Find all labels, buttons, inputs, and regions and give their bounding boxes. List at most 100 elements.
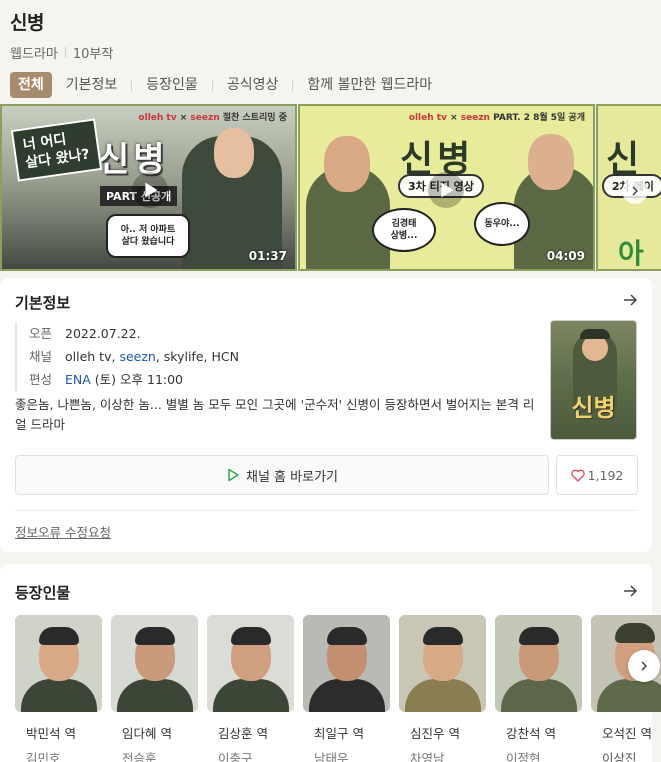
cast-photo	[303, 615, 390, 712]
info-value: ENA (토) 오후 11:00	[65, 368, 183, 391]
cast-role: 임다혜 역	[122, 726, 172, 741]
photo-hair	[327, 627, 367, 645]
meta-divider	[64, 46, 66, 58]
tab-official-video[interactable]: 공식영상	[219, 72, 287, 98]
poster-cap	[580, 329, 610, 339]
brand-x: ×	[446, 113, 461, 123]
speech-bubble: 아.. 저 아파트 살다 왔습니다	[106, 214, 190, 258]
brand-x: ×	[176, 113, 191, 123]
photo-hair	[135, 627, 175, 645]
video-card[interactable]: 신 2차 메이 아	[596, 104, 661, 271]
carousel-next-button[interactable]	[622, 178, 648, 204]
tab-divider	[131, 79, 133, 91]
actor-face-right	[528, 134, 574, 190]
cast-role: 심진우 역	[410, 726, 460, 741]
info-row-open: 오픈 2022.07.22.	[29, 322, 239, 345]
basic-info-card: 기본정보 오픈 2022.07.22. 채널 olleh tv, seezn, …	[0, 278, 652, 552]
tab-all[interactable]: 전체	[10, 72, 52, 98]
cast-item[interactable]: 임다혜 역 전승훈	[111, 615, 198, 762]
info-key: 채널	[29, 349, 53, 364]
header: 신병 웹드라마 10부작 전체 기본정보 등장인물 공식영상 함께 볼만한 웹드…	[0, 0, 661, 102]
cast-role: 김상훈 역	[218, 726, 268, 741]
photo-beret	[615, 623, 655, 643]
brand-suffix: PART. 2 8월 5일 공개	[489, 113, 585, 123]
cast-actor: 전승훈	[122, 751, 157, 762]
video-brand: olleh tv × seezn 절찬 스트리밍 중	[138, 110, 287, 123]
cast-role: 최일구 역	[314, 726, 364, 741]
cast-item[interactable]: 오석진 역 이상진	[591, 615, 661, 762]
video-card[interactable]: olleh tv × seezn 절찬 스트리밍 중 신병 너 어디 살다 왔나…	[0, 104, 297, 271]
tab-divider	[211, 79, 213, 91]
info-value: olleh tv, seezn, skylife, HCN	[65, 345, 239, 368]
divider	[15, 510, 637, 511]
cast-actor: 김민호	[26, 751, 61, 762]
channel-link-seezn[interactable]: seezn	[119, 349, 155, 364]
actor-face-left	[324, 136, 370, 192]
schedule-text: (토) 오후 11:00	[90, 372, 184, 387]
play-button[interactable]	[428, 172, 464, 208]
brand-seezn: seezn	[460, 113, 490, 123]
play-outline-icon	[228, 468, 239, 482]
description: 좋은놈, 나쁜놈, 이상한 놈... 별별 놈 모두 모인 그곳에 '군수저' …	[15, 397, 535, 432]
channel-link-ena[interactable]: ENA	[65, 372, 91, 387]
info-row-channel: 채널 olleh tv, seezn, skylife, HCN	[29, 345, 239, 368]
cast-item[interactable]: 최일구 역 남태우	[303, 615, 390, 762]
actor-face	[214, 128, 254, 178]
channel-home-button[interactable]: 채널 홈 바로가기	[15, 455, 549, 495]
cast-photo	[399, 615, 486, 712]
speech-bubble-right: 동우야...	[474, 202, 530, 246]
info-key: 오픈	[29, 326, 53, 341]
poster-title: 신병	[571, 394, 616, 422]
cast-actor: 이정현	[506, 751, 541, 762]
cast-photo	[15, 615, 102, 712]
photo-hair	[231, 627, 271, 645]
cast-item[interactable]: 강찬석 역 이정현	[495, 615, 582, 762]
title-meta: 웹드라마 10부작	[10, 44, 651, 62]
cast-actor: 이충구	[218, 751, 253, 762]
cast-photo	[111, 615, 198, 712]
info-row-schedule: 편성 ENA (토) 오후 11:00	[29, 368, 239, 391]
play-button[interactable]	[132, 172, 168, 208]
video-duration: 01:37	[248, 249, 287, 263]
tab-basic-info[interactable]: 기본정보	[58, 72, 126, 98]
cast-item[interactable]: 심진우 역 차영남	[399, 615, 486, 762]
brand-olleh: olleh tv	[138, 113, 177, 123]
arrow-right-icon[interactable]	[622, 292, 638, 308]
cast-item[interactable]: 김상훈 역 이충구	[207, 615, 294, 762]
photo-hair	[423, 627, 463, 645]
cast-actor: 남태우	[314, 751, 349, 762]
cast-role: 강찬석 역	[506, 726, 556, 741]
tab-bar: 전체 기본정보 등장인물 공식영상 함께 볼만한 웹드라마	[10, 72, 651, 98]
arrow-right-icon[interactable]	[622, 583, 638, 599]
page: 신병 웹드라마 10부작 전체 기본정보 등장인물 공식영상 함께 볼만한 웹드…	[0, 0, 661, 762]
info-key: 편성	[29, 372, 53, 387]
photo-hair	[39, 627, 79, 645]
cast-list: 박민석 역 김민호 임다혜 역 전승훈 김상훈 역 이충구 최일구 역 남태우 …	[15, 615, 661, 762]
episode-count: 10부작	[72, 46, 114, 62]
video-sticker: 너 어디 살다 왔나?	[10, 118, 102, 182]
info-value: 2022.07.22.	[65, 326, 141, 341]
channel-home-label: 채널 홈 바로가기	[246, 469, 338, 485]
play-icon	[441, 182, 454, 198]
tab-related-dramas[interactable]: 함께 볼만한 웹드라마	[299, 72, 440, 98]
cast-item[interactable]: 박민석 역 김민호	[15, 615, 102, 762]
like-button[interactable]: 1,192	[556, 455, 638, 495]
channel-text: olleh tv,	[65, 349, 120, 364]
cast-actor[interactable]: 이상진	[591, 748, 661, 762]
tab-cast[interactable]: 등장인물	[138, 72, 206, 98]
photo-hair	[519, 627, 559, 645]
cast-role: 오석진 역	[602, 726, 652, 741]
video-card[interactable]: olleh tv × seezn PART. 2 8월 5일 공개 신병 3차 …	[298, 104, 595, 271]
brand-olleh: olleh tv	[408, 113, 447, 123]
tab-divider	[292, 79, 294, 91]
brand-suffix: 절찬 스트리밍 중	[219, 113, 287, 123]
report-error-link[interactable]: 정보오류 수정요청	[15, 522, 111, 541]
video-carousel: olleh tv × seezn 절찬 스트리밍 중 신병 너 어디 살다 왔나…	[0, 104, 661, 271]
brand-seezn: seezn	[190, 113, 220, 123]
cast-role: 박민석 역	[26, 726, 76, 741]
cast-photo	[495, 615, 582, 712]
video-duration: 04:09	[546, 249, 585, 263]
poster-image[interactable]: 신병	[550, 320, 637, 440]
cast-next-button[interactable]	[628, 650, 660, 682]
genre-label: 웹드라마	[10, 46, 58, 62]
